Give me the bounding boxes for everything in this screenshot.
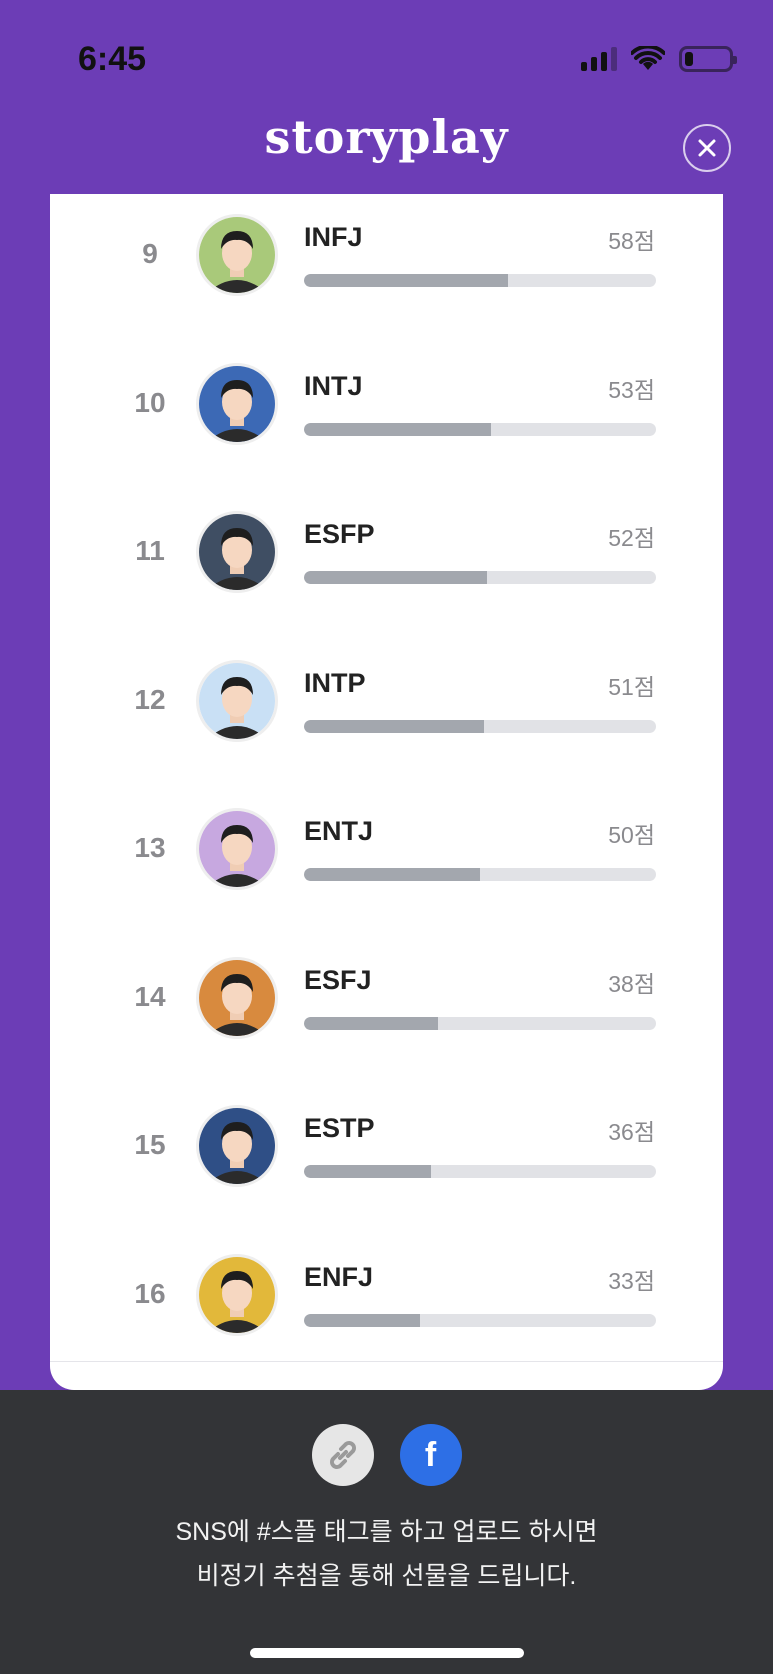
ranking-row: 11 ESFP 52점 xyxy=(50,497,723,645)
divider xyxy=(50,1361,723,1362)
score-label: 36점 xyxy=(608,1119,655,1145)
score-bar-fill xyxy=(304,719,484,733)
rank-number: 16 xyxy=(134,1277,166,1309)
share-notice-line-2: 비정기 추첨을 통해 선물을 드립니다. xyxy=(196,1562,577,1590)
mbti-type: ESFJ xyxy=(304,964,372,995)
close-icon xyxy=(698,139,716,157)
ranking-row: 16 ENFJ 33점 xyxy=(50,1240,723,1388)
share-notice: SNS에 #스플 태그를 하고 업로드 하시면 비정기 추첨을 통해 선물을 드… xyxy=(0,1510,773,1598)
score-label: 52점 xyxy=(608,525,655,551)
score-bar-fill xyxy=(304,868,480,881)
facebook-icon: f xyxy=(424,1435,437,1474)
wifi-icon xyxy=(631,46,665,70)
share-buttons: f xyxy=(0,1424,773,1486)
status-icons xyxy=(581,46,737,72)
storyplay-logo: storyplay xyxy=(264,110,509,164)
avatar xyxy=(196,956,278,1039)
ranking-row: 12 INTP 51점 xyxy=(50,646,723,794)
home-indicator[interactable] xyxy=(250,1648,524,1658)
score-label: 58점 xyxy=(608,228,655,254)
score-bar xyxy=(304,422,656,436)
share-footer: f SNS에 #스플 태그를 하고 업로드 하시면 비정기 추첨을 통해 선물을… xyxy=(0,1390,773,1674)
score-bar xyxy=(304,719,656,733)
avatar xyxy=(196,214,278,296)
ranking-row: 9 INFJ 58점 xyxy=(50,200,723,348)
score-bar xyxy=(304,868,656,881)
score-bar-fill xyxy=(304,422,491,436)
close-button[interactable] xyxy=(683,124,731,172)
rank-number: 11 xyxy=(135,535,165,566)
status-time: 6:45 xyxy=(78,40,147,78)
ranking-row: 15 ESTP 36점 xyxy=(50,1091,723,1239)
cellular-signal-icon xyxy=(581,47,617,71)
score-bar xyxy=(304,274,656,287)
rank-number: 9 xyxy=(142,238,158,269)
ranking-row: 13 ENTJ 50점 xyxy=(50,794,723,942)
avatar xyxy=(196,659,278,742)
score-label: 50점 xyxy=(608,822,655,848)
score-bar xyxy=(304,1016,656,1030)
status-bar: 6:45 xyxy=(0,0,773,110)
ranking-row: 14 ESFJ 38점 xyxy=(50,943,723,1091)
score-bar-fill xyxy=(304,1165,431,1178)
score-label: 33점 xyxy=(608,1267,655,1294)
avatar xyxy=(196,362,278,445)
copy-link-button[interactable] xyxy=(311,1424,374,1486)
rank-number: 13 xyxy=(134,832,166,863)
share-notice-line-1: SNS에 #스플 태그를 하고 업로드 하시면 xyxy=(175,1518,598,1546)
rank-number: 15 xyxy=(134,1129,166,1160)
mbti-type: INFJ xyxy=(304,222,363,252)
avatar xyxy=(196,1105,278,1187)
rank-number: 12 xyxy=(134,683,166,715)
score-bar xyxy=(304,571,656,584)
score-bar-fill xyxy=(304,571,488,584)
score-label: 51점 xyxy=(608,673,655,700)
score-label: 53점 xyxy=(608,376,655,403)
rank-number: 10 xyxy=(134,386,166,418)
avatar xyxy=(196,511,278,593)
mbti-type: ESTP xyxy=(304,1113,375,1143)
mbti-type: ENFJ xyxy=(304,1261,374,1292)
mbti-type: ENTJ xyxy=(304,816,374,846)
avatar xyxy=(196,808,278,890)
score-bar-fill xyxy=(304,1016,438,1030)
results-card: 9 INFJ 58점 10 INTJ 53점 11 ESFP 52점 12 INTP 51점 13 ENT… xyxy=(50,194,723,1390)
mbti-type: INTP xyxy=(304,667,366,698)
score-bar xyxy=(304,1165,656,1178)
score-bar-fill xyxy=(304,274,509,287)
facebook-share-button[interactable]: f xyxy=(399,1424,462,1486)
score-bar xyxy=(304,1313,656,1327)
battery-low-icon xyxy=(679,46,737,72)
ranking-row: 10 INTJ 53점 xyxy=(50,349,723,497)
mbti-type: INTJ xyxy=(304,370,363,401)
header: storyplay xyxy=(0,110,773,194)
mbti-type: ESFP xyxy=(304,519,375,549)
score-bar-fill xyxy=(304,1313,421,1327)
link-icon xyxy=(329,1441,356,1469)
score-label: 38점 xyxy=(608,970,655,997)
avatar xyxy=(196,1253,278,1336)
rank-number: 14 xyxy=(134,980,166,1012)
